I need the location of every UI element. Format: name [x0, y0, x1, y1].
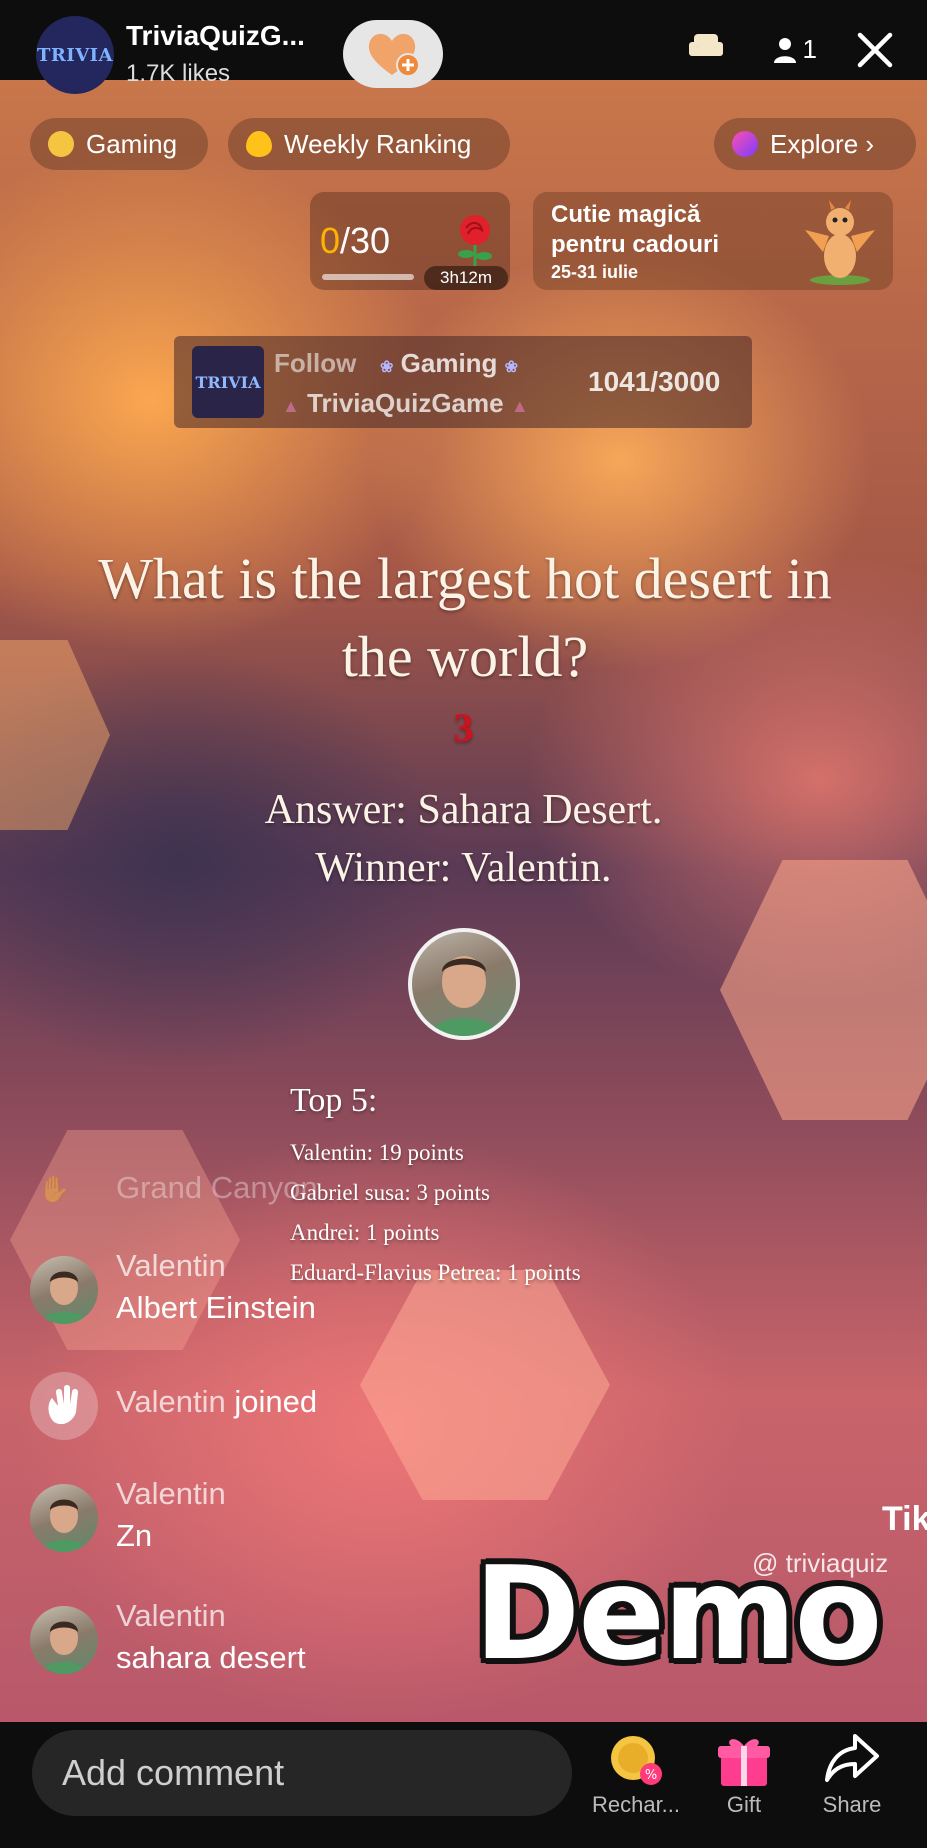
chat-message-faded: ✋ Grand Canyon	[30, 1170, 630, 1214]
hand-icon: ✋	[38, 1174, 71, 1204]
bokeh-hexagon	[720, 860, 927, 1120]
gift-goal-progress: 0/30	[320, 220, 390, 262]
planet-icon	[732, 131, 758, 157]
chat-text: Zn	[116, 1518, 153, 1553]
joystick-icon: ▲	[510, 396, 529, 416]
top5-row: Valentin: 19 points	[290, 1140, 464, 1165]
gift-goal-widget[interactable]: 0/30 3h12m	[310, 192, 510, 290]
channel-category-label: Gaming	[400, 348, 498, 378]
chat-username[interactable]: Valentin	[116, 1384, 226, 1419]
host-avatar[interactable]: TRIVIA	[36, 16, 114, 94]
channel-category: ❀ Gaming ❀	[380, 348, 518, 379]
quiz-question: What is the largest hot desert in the wo…	[98, 546, 832, 689]
share-icon	[825, 1734, 879, 1782]
chat-user-avatar[interactable]	[30, 1606, 98, 1674]
chat-username[interactable]: Valentin	[116, 1598, 226, 1634]
share-label: Share	[822, 1792, 882, 1817]
winner-avatar	[408, 928, 520, 1040]
gift-goal-current: 0	[320, 220, 341, 261]
follower-goal-progress: 1041/3000	[588, 366, 721, 397]
chat-username[interactable]: Valentin	[116, 1476, 226, 1512]
demo-watermark: Demo	[474, 1540, 882, 1689]
weekly-ranking-label: Weekly Ranking	[284, 128, 472, 159]
user-icon	[774, 37, 796, 63]
chat-user-avatar[interactable]	[30, 1256, 98, 1324]
coin-icon: %	[611, 1736, 662, 1785]
gift-goal-bar	[322, 274, 414, 280]
sofa-icon[interactable]	[688, 30, 724, 67]
channel-logo-text: TRIVIA	[195, 372, 261, 392]
promo-title: Cutie magică pentru cadouri	[551, 201, 720, 258]
host-likes: 1.7K likes	[126, 60, 231, 87]
gift-button[interactable]	[694, 1732, 794, 1793]
chat-username[interactable]: Valentin	[116, 1248, 226, 1284]
gaming-tag-label: Gaming	[86, 128, 178, 159]
chat-faded-text: Grand Canyon	[116, 1170, 318, 1205]
recharge-label: Rechar...	[591, 1792, 681, 1817]
chat-join-text: joined	[234, 1384, 318, 1419]
add-comment-input[interactable]: Add comment	[32, 1730, 572, 1816]
joystick-icon: ▲	[282, 396, 300, 416]
chat-message[interactable]: Valentin Albert Einstein	[30, 1248, 630, 1336]
follow-channel-card[interactable]: TRIVIA Follow ❀ Gaming ❀ ▲ TriviaQuizGam…	[174, 336, 752, 428]
chat-user-avatar[interactable]	[30, 1484, 98, 1552]
weekly-ranking-button[interactable]: Weekly Ranking	[228, 118, 510, 170]
gift-icon	[718, 1739, 770, 1786]
quiz-countdown: 3	[453, 705, 474, 750]
gamepad-icon	[48, 131, 74, 157]
paw-icon: ❀	[504, 359, 519, 376]
dragon-icon	[805, 200, 875, 285]
host-name[interactable]: TriviaQuizG...	[126, 20, 305, 52]
explore-label: Explore ›	[770, 128, 875, 159]
paw-icon: ❀	[380, 359, 394, 376]
rose-icon	[458, 215, 492, 266]
svg-text:%: %	[645, 1768, 657, 1783]
recharge-button[interactable]: %	[586, 1732, 686, 1791]
channel-name-label: TriviaQuizGame	[307, 388, 504, 418]
gift-goal-timer: 3h12m	[424, 266, 508, 290]
gaming-tag[interactable]: Gaming	[30, 118, 208, 170]
flame-icon	[246, 131, 272, 157]
viewer-count[interactable]: 1	[772, 34, 817, 65]
viewer-count-number: 1	[802, 34, 817, 64]
close-icon[interactable]	[855, 30, 895, 70]
chat-text: sahara desert	[116, 1640, 306, 1675]
gift-label: Gift	[726, 1792, 762, 1817]
promo-dates: 25-31 iulie	[551, 262, 639, 282]
quiz-winner: Winner: Valentin.	[315, 845, 612, 891]
heart-plus-icon	[368, 33, 420, 77]
channel-logo: TRIVIA	[192, 346, 264, 418]
magic-gift-box-promo[interactable]: Cutie magică pentru cadouri 25-31 iulie	[533, 192, 893, 290]
top5-row: Andrei: 1 points	[290, 1220, 440, 1245]
explore-button[interactable]: Explore ›	[714, 118, 916, 170]
chat-text: Albert Einstein	[116, 1290, 316, 1325]
wave-hand-icon	[30, 1372, 98, 1440]
quiz-answer: Answer: Sahara Desert.	[264, 787, 663, 833]
host-avatar-logo-text: TRIVIA	[36, 44, 114, 66]
follow-host-button[interactable]	[343, 20, 443, 88]
channel-name: ▲ TriviaQuizGame ▲	[282, 388, 529, 419]
gift-goal-total: /30	[340, 220, 391, 261]
follow-channel-button[interactable]: Follow	[274, 348, 356, 379]
top5-title: Top 5:	[290, 1082, 378, 1119]
chat-join-notice: Valentin joined	[30, 1372, 630, 1440]
share-button[interactable]	[802, 1732, 902, 1789]
tiktok-watermark: Tik	[882, 1500, 927, 1538]
